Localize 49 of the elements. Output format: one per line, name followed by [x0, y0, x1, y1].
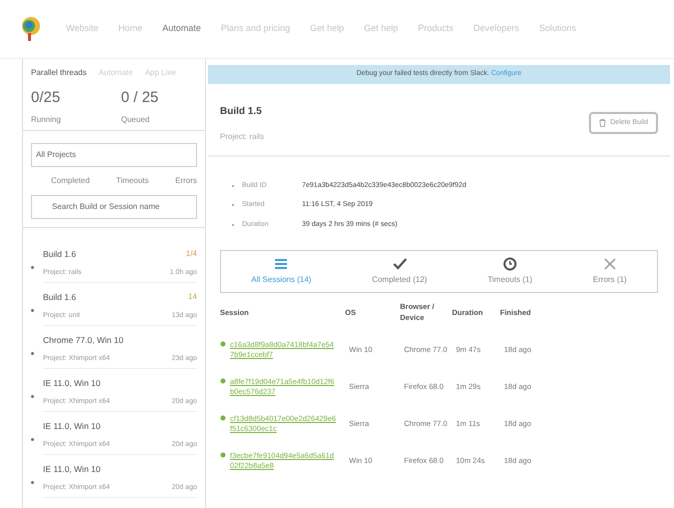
trash-icon: [599, 118, 606, 127]
project-name: Project: rails: [220, 130, 264, 142]
build-name: Chrome 77.0, Win 10: [43, 334, 124, 346]
status-icon: [220, 378, 226, 384]
session-tab[interactable]: All Sessions (14): [251, 257, 312, 286]
project-dropdown[interactable]: All Projects: [31, 142, 197, 166]
clock-icon: [502, 257, 517, 271]
build-name: IE 11.0, Win 10: [43, 462, 100, 476]
build-name: IE 11.0, Win 10: [43, 420, 100, 432]
filter-option[interactable]: Timeouts: [116, 174, 149, 186]
nav-link[interactable]: Developers: [474, 22, 520, 36]
nav-link[interactable]: Products: [418, 22, 454, 36]
bullet-icon: [31, 438, 34, 440]
nav-link[interactable]: Website: [66, 22, 98, 36]
nav-link[interactable]: Get help: [310, 22, 344, 36]
running-label: Running: [31, 114, 62, 126]
status-icon: [220, 415, 226, 422]
bullet-icon: [31, 352, 34, 354]
bullet-icon: [31, 266, 34, 268]
close-icon: [602, 257, 617, 271]
nav-link[interactable]: Automate: [162, 22, 201, 36]
build-name: Build 1.6: [43, 248, 76, 260]
session-count: 14: [188, 290, 197, 302]
nav-link[interactable]: Plans and pricing: [220, 22, 290, 36]
menu-icon: [274, 257, 288, 271]
status-icon: [220, 341, 226, 348]
search-field[interactable]: Search Build or Session name: [31, 194, 197, 218]
build-name: IE 11.0, Win 10: [43, 376, 100, 390]
nav-link[interactable]: Get help: [364, 22, 398, 36]
logo-icon[interactable]: [20, 16, 42, 42]
session-tab[interactable]: Timeouts (1): [488, 257, 532, 286]
checkmark-icon: [392, 257, 406, 271]
panel-title: Parallel threads: [31, 67, 87, 79]
nav-link[interactable]: Home: [118, 22, 142, 36]
bullet-icon: [31, 394, 34, 398]
session-tab[interactable]: Errors (1): [592, 257, 627, 286]
queued-count: 0 / 25: [121, 88, 159, 108]
filter-option[interactable]: Completed: [51, 174, 90, 186]
running-count: 0/25: [31, 88, 62, 108]
status-icon: [220, 452, 226, 458]
queued-label: Queued: [121, 114, 150, 126]
build-title: Build 1.5: [220, 104, 263, 118]
filter-option[interactable]: Errors: [175, 174, 197, 186]
nav-link[interactable]: Solutions: [539, 22, 576, 36]
bullet-icon: [31, 308, 34, 312]
session-count: 1/4: [186, 248, 197, 260]
bullet-icon: [31, 480, 34, 484]
session-tab[interactable]: Completed (12): [372, 257, 428, 286]
build-name: Build 1.6: [43, 290, 76, 304]
